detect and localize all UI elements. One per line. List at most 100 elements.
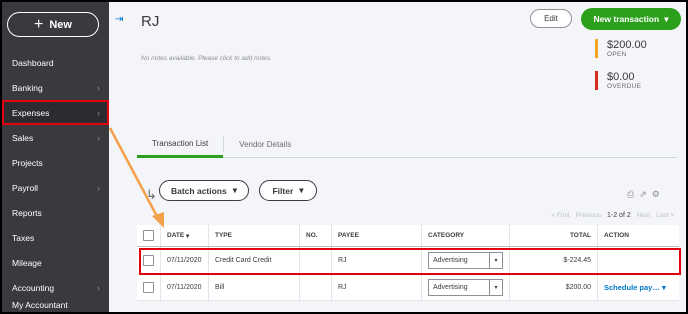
cell-category: Advertising ▾ <box>422 247 510 273</box>
caret-down-icon: ▾ <box>489 252 502 268</box>
column-header-no[interactable]: NO. <box>300 225 332 246</box>
caret-down-icon[interactable]: ▾ <box>660 283 666 292</box>
sidebar-nav: Dashboard Banking › Expenses › Sales › P… <box>2 50 109 312</box>
sidebar-item-mileage[interactable]: Mileage <box>2 250 109 275</box>
cell-date: 07/11/2020 <box>161 274 209 300</box>
chevron-right-icon: › <box>97 282 100 293</box>
column-header-payee[interactable]: PAYEE <box>332 225 422 246</box>
select-all-checkbox[interactable] <box>143 230 154 241</box>
cell-category: Advertising ▾ <box>422 274 510 300</box>
notes-field[interactable]: No notes available. Please click to add … <box>141 55 272 62</box>
column-header-action: ACTION <box>604 232 629 239</box>
category-value: Advertising <box>433 256 468 264</box>
overdue-amount: $0.00 <box>607 71 635 83</box>
column-header-date[interactable]: DATE ▾ <box>161 225 209 246</box>
sidebar-item-my-accountant[interactable]: My Accountant <box>2 300 109 312</box>
row-checkbox[interactable] <box>143 281 154 293</box>
sidebar-item-dashboard[interactable]: Dashboard <box>2 50 109 75</box>
caret-down-icon: ▾ <box>664 13 669 24</box>
main-content: ⇥ RJ No notes available. Please click to… <box>109 2 686 312</box>
app-window: + New Dashboard Banking › Expenses › Sal… <box>2 2 686 312</box>
sidebar-item-label: Projects <box>12 157 43 168</box>
sidebar-item-label: Dashboard <box>12 57 54 68</box>
open-amount: $200.00 <box>607 39 647 51</box>
filter-button[interactable]: Filter ▾ <box>259 180 317 201</box>
table-row[interactable]: 07/11/2020 Credit Card Credit RJ Adverti… <box>137 247 679 274</box>
new-transaction-label: New transaction <box>593 14 660 24</box>
cell-action <box>598 247 679 273</box>
new-button-label: New <box>49 18 72 31</box>
transactions-table: DATE ▾ TYPE NO. PAYEE CATEGORY TOTAL ACT… <box>137 225 679 301</box>
sidebar-item-taxes[interactable]: Taxes <box>2 225 109 250</box>
table-tools: ⎙ ⇗ ⚙ <box>627 189 660 200</box>
column-header-type[interactable]: TYPE <box>209 225 300 246</box>
sidebar-item-accounting[interactable]: Accounting › <box>2 275 109 300</box>
filter-label: Filter <box>272 185 294 196</box>
cell-total: $-224.45 <box>510 247 598 273</box>
collapse-sidebar-icon[interactable]: ⇥ <box>115 14 127 26</box>
row-select-cell <box>137 247 161 273</box>
overdue-label: OVERDUE <box>607 83 642 90</box>
cell-action: Schedule pay… ▾ <box>598 274 679 300</box>
new-transaction-button[interactable]: New transaction ▾ <box>581 8 681 30</box>
sidebar-item-projects[interactable]: Projects <box>2 150 109 175</box>
column-header-category[interactable]: CATEGORY <box>422 225 510 246</box>
cell-no <box>300 274 332 300</box>
batch-actions-label: Batch actions <box>170 185 227 196</box>
cell-no <box>300 247 332 273</box>
table-header-row: DATE ▾ TYPE NO. PAYEE CATEGORY TOTAL ACT… <box>137 225 679 247</box>
pager-range: 1-2 of 2 <box>606 212 631 219</box>
caret-down-icon: ▾ <box>232 185 238 195</box>
cell-payee: RJ <box>332 274 422 300</box>
overdue-balance: $0.00 OVERDUE <box>595 71 641 90</box>
category-select[interactable]: Advertising ▾ <box>428 251 503 269</box>
sidebar-item-label: Sales <box>12 132 34 143</box>
cell-total: $200.00 <box>510 274 598 300</box>
pager-previous: Previous <box>575 212 601 219</box>
pagination: < First Previous 1-2 of 2 Next Last > <box>551 212 674 219</box>
sidebar-item-label: Taxes <box>12 232 35 243</box>
cell-payee: RJ <box>332 247 422 273</box>
return-arrow-icon: ↳ <box>146 187 157 202</box>
edit-button[interactable]: Edit <box>530 9 572 28</box>
gear-icon[interactable]: ⚙ <box>652 189 660 200</box>
page-title: RJ <box>141 13 160 30</box>
pager-first: < First <box>551 212 570 219</box>
pager-last: Last > <box>656 212 674 219</box>
sort-down-icon: ▾ <box>186 232 190 240</box>
chevron-right-icon: › <box>97 82 100 93</box>
open-label: OPEN <box>607 51 627 58</box>
sidebar-item-payroll[interactable]: Payroll › <box>2 175 109 200</box>
sidebar-item-banking[interactable]: Banking › <box>2 75 109 100</box>
cell-date: 07/11/2020 <box>161 247 209 273</box>
plus-icon: + <box>34 15 44 33</box>
new-button[interactable]: + New <box>7 12 99 37</box>
print-icon[interactable]: ⎙ <box>627 189 634 200</box>
column-header-total[interactable]: TOTAL <box>510 225 598 246</box>
tab-vendor-details[interactable]: Vendor Details <box>224 131 306 158</box>
sidebar-item-label: My Accountant <box>12 300 68 310</box>
category-value: Advertising <box>433 283 468 291</box>
batch-actions-button[interactable]: Batch actions ▾ <box>159 180 249 201</box>
sidebar-item-label: Accounting <box>12 282 55 293</box>
sidebar-item-expenses[interactable]: Expenses › <box>2 100 109 125</box>
category-select[interactable]: Advertising ▾ <box>428 278 503 296</box>
cell-type: Credit Card Credit <box>209 247 300 273</box>
pager-next: Next <box>636 212 651 219</box>
table-row[interactable]: 07/11/2020 Bill RJ Advertising ▾ $200.00… <box>137 274 679 301</box>
row-checkbox[interactable] <box>143 254 154 266</box>
sidebar-item-sales[interactable]: Sales › <box>2 125 109 150</box>
tab-transaction-list[interactable]: Transaction List <box>137 131 224 158</box>
select-all-cell <box>137 225 161 246</box>
sidebar-item-reports[interactable]: Reports <box>2 200 109 225</box>
export-icon[interactable]: ⇗ <box>639 189 647 200</box>
schedule-payment-link[interactable]: Schedule pay… <box>604 283 660 292</box>
chevron-right-icon: › <box>97 182 100 193</box>
sidebar-item-label: Mileage <box>12 257 42 268</box>
sidebar: + New Dashboard Banking › Expenses › Sal… <box>2 2 109 312</box>
open-balance: $200.00 OPEN <box>595 39 647 58</box>
sidebar-item-label: Reports <box>12 207 42 218</box>
chevron-right-icon: › <box>97 132 100 143</box>
caret-down-icon: ▾ <box>489 279 502 295</box>
column-header-label: DATE <box>167 232 185 239</box>
